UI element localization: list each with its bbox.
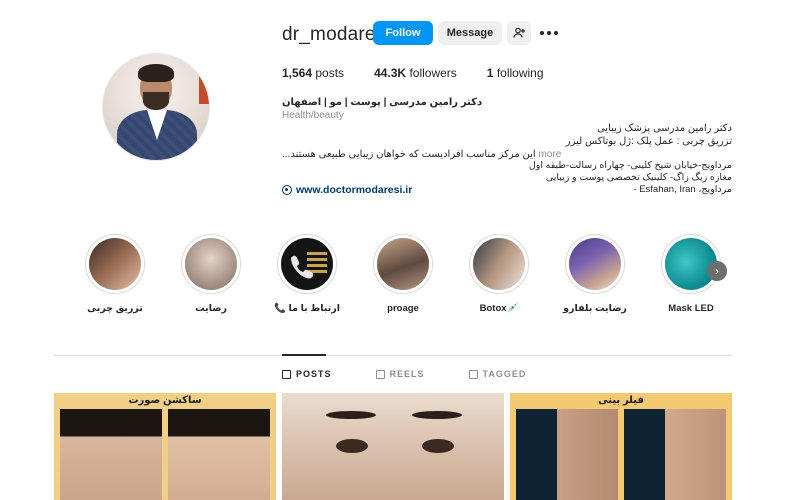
suggest-users-button[interactable] [507,21,531,45]
before-photo [516,409,618,500]
bio-line-1: دکتر رامین مدرسی پزشک زیبایی [596,123,732,134]
highlight-label: Mask LED [668,303,714,314]
chevron-right-icon: › [715,264,719,278]
profile-address: مرداویج-خیابان شیخ کلینی- چهاراه رسالت-ط… [528,160,732,195]
profile-avatar[interactable] [102,53,210,161]
add-user-icon [513,27,525,38]
avatar-background-detail [199,64,209,104]
post-thumbnail[interactable]: ساکشن صورت [54,393,276,500]
link-icon [282,185,292,195]
tab-tagged[interactable]: TAGGED [468,369,527,379]
highlight-cover-image [185,238,237,290]
highlight-cover-image [377,238,429,290]
post-title: ساکشن صورت [128,395,202,406]
profile-category: Health/beauty [282,110,344,121]
post-thumbnail[interactable] [282,393,504,500]
profile-bio: دکتر رامین مدرسی | پوست | مو | اصفهان He… [282,96,732,161]
bio-line-3: این مرکز مناسب افرادیست که خواهان زیبایی… [282,149,536,160]
highlight-item[interactable]: proage [368,234,438,314]
highlight-label: رضایت [195,303,227,314]
profile-stats: 1,564 posts 44.3K followers 1 following [282,66,574,80]
website-link[interactable]: www.doctormodaresi.ir [282,184,412,196]
highlight-item[interactable]: رضایت [176,234,246,314]
following-count: 1 [486,66,494,80]
after-photo [624,409,726,500]
bio-line-2: تزریق چربی : عمل پلک :ژل بوتاکس لیزر [565,136,732,147]
highlight-label: ارتباط با ما 📞 [274,303,340,314]
tab-reels[interactable]: REELS [375,369,425,379]
after-photo [168,409,270,500]
more-options-icon[interactable] [540,26,558,40]
tab-label: POSTS [296,369,332,379]
active-tab-indicator [282,354,326,356]
posts-stat[interactable]: 1,564 posts [282,66,344,80]
post-title: فیلر بینی [598,395,644,406]
before-photo [60,409,162,500]
message-button[interactable]: Message [438,21,502,45]
followers-label: followers [409,66,457,80]
post-photo [282,393,504,500]
posts-grid: ساکشن صورت فیلر بینی [54,393,732,500]
highlight-label: Botox💉 [479,303,519,314]
highlight-label: رضایت بلفارو [563,303,627,314]
highlight-cover-image [89,238,141,290]
tab-label: TAGGED [482,369,527,379]
highlight-label: تزریق چربی [87,303,143,314]
followers-stat[interactable]: 44.3K followers [374,66,457,80]
eyebrow-left [326,411,376,419]
eyebrow-right [412,411,462,419]
avatar-hair [138,64,174,82]
avatar-beard [143,92,169,110]
highlight-cover-image [473,238,525,290]
grid-icon [282,369,291,379]
eye-right [422,439,454,453]
eye-left [336,439,368,453]
bio-more-link[interactable]: more [538,149,561,160]
posts-count: 1,564 [282,66,313,80]
highlight-label: proage [387,303,419,314]
followers-count: 44.3K [374,66,407,80]
highlight-item[interactable]: رضایت بلفارو [560,234,630,314]
following-stat[interactable]: 1 following [487,66,544,80]
profile-tabs: POSTS REELS TAGGED [282,369,526,379]
tab-posts[interactable]: POSTS [282,369,332,379]
tabs-divider [54,355,732,356]
website-url[interactable]: www.doctormodaresi.ir [296,184,412,196]
tagged-icon [468,369,478,379]
story-highlights: تزریق چربی رضایت ارتباط با ما 📞 proage B… [80,234,740,324]
reels-icon [375,369,385,379]
profile-full-name: دکتر رامین مدرسی | پوست | مو | اصفهان [282,97,483,108]
follow-button[interactable]: Follow [373,21,433,45]
tab-label: REELS [389,369,425,379]
phone-icon [291,252,327,279]
highlight-item[interactable]: Botox💉 [464,234,534,314]
highlight-cover-image [281,238,333,290]
highlight-item[interactable]: ارتباط با ما 📞 [272,234,342,314]
post-thumbnail[interactable]: فیلر بینی [510,393,732,500]
posts-label: posts [315,66,345,80]
following-label: following [496,66,544,80]
highlight-item[interactable]: تزریق چربی [80,234,150,314]
highlights-next-button[interactable]: › [707,261,727,281]
highlight-cover-image [569,238,621,290]
